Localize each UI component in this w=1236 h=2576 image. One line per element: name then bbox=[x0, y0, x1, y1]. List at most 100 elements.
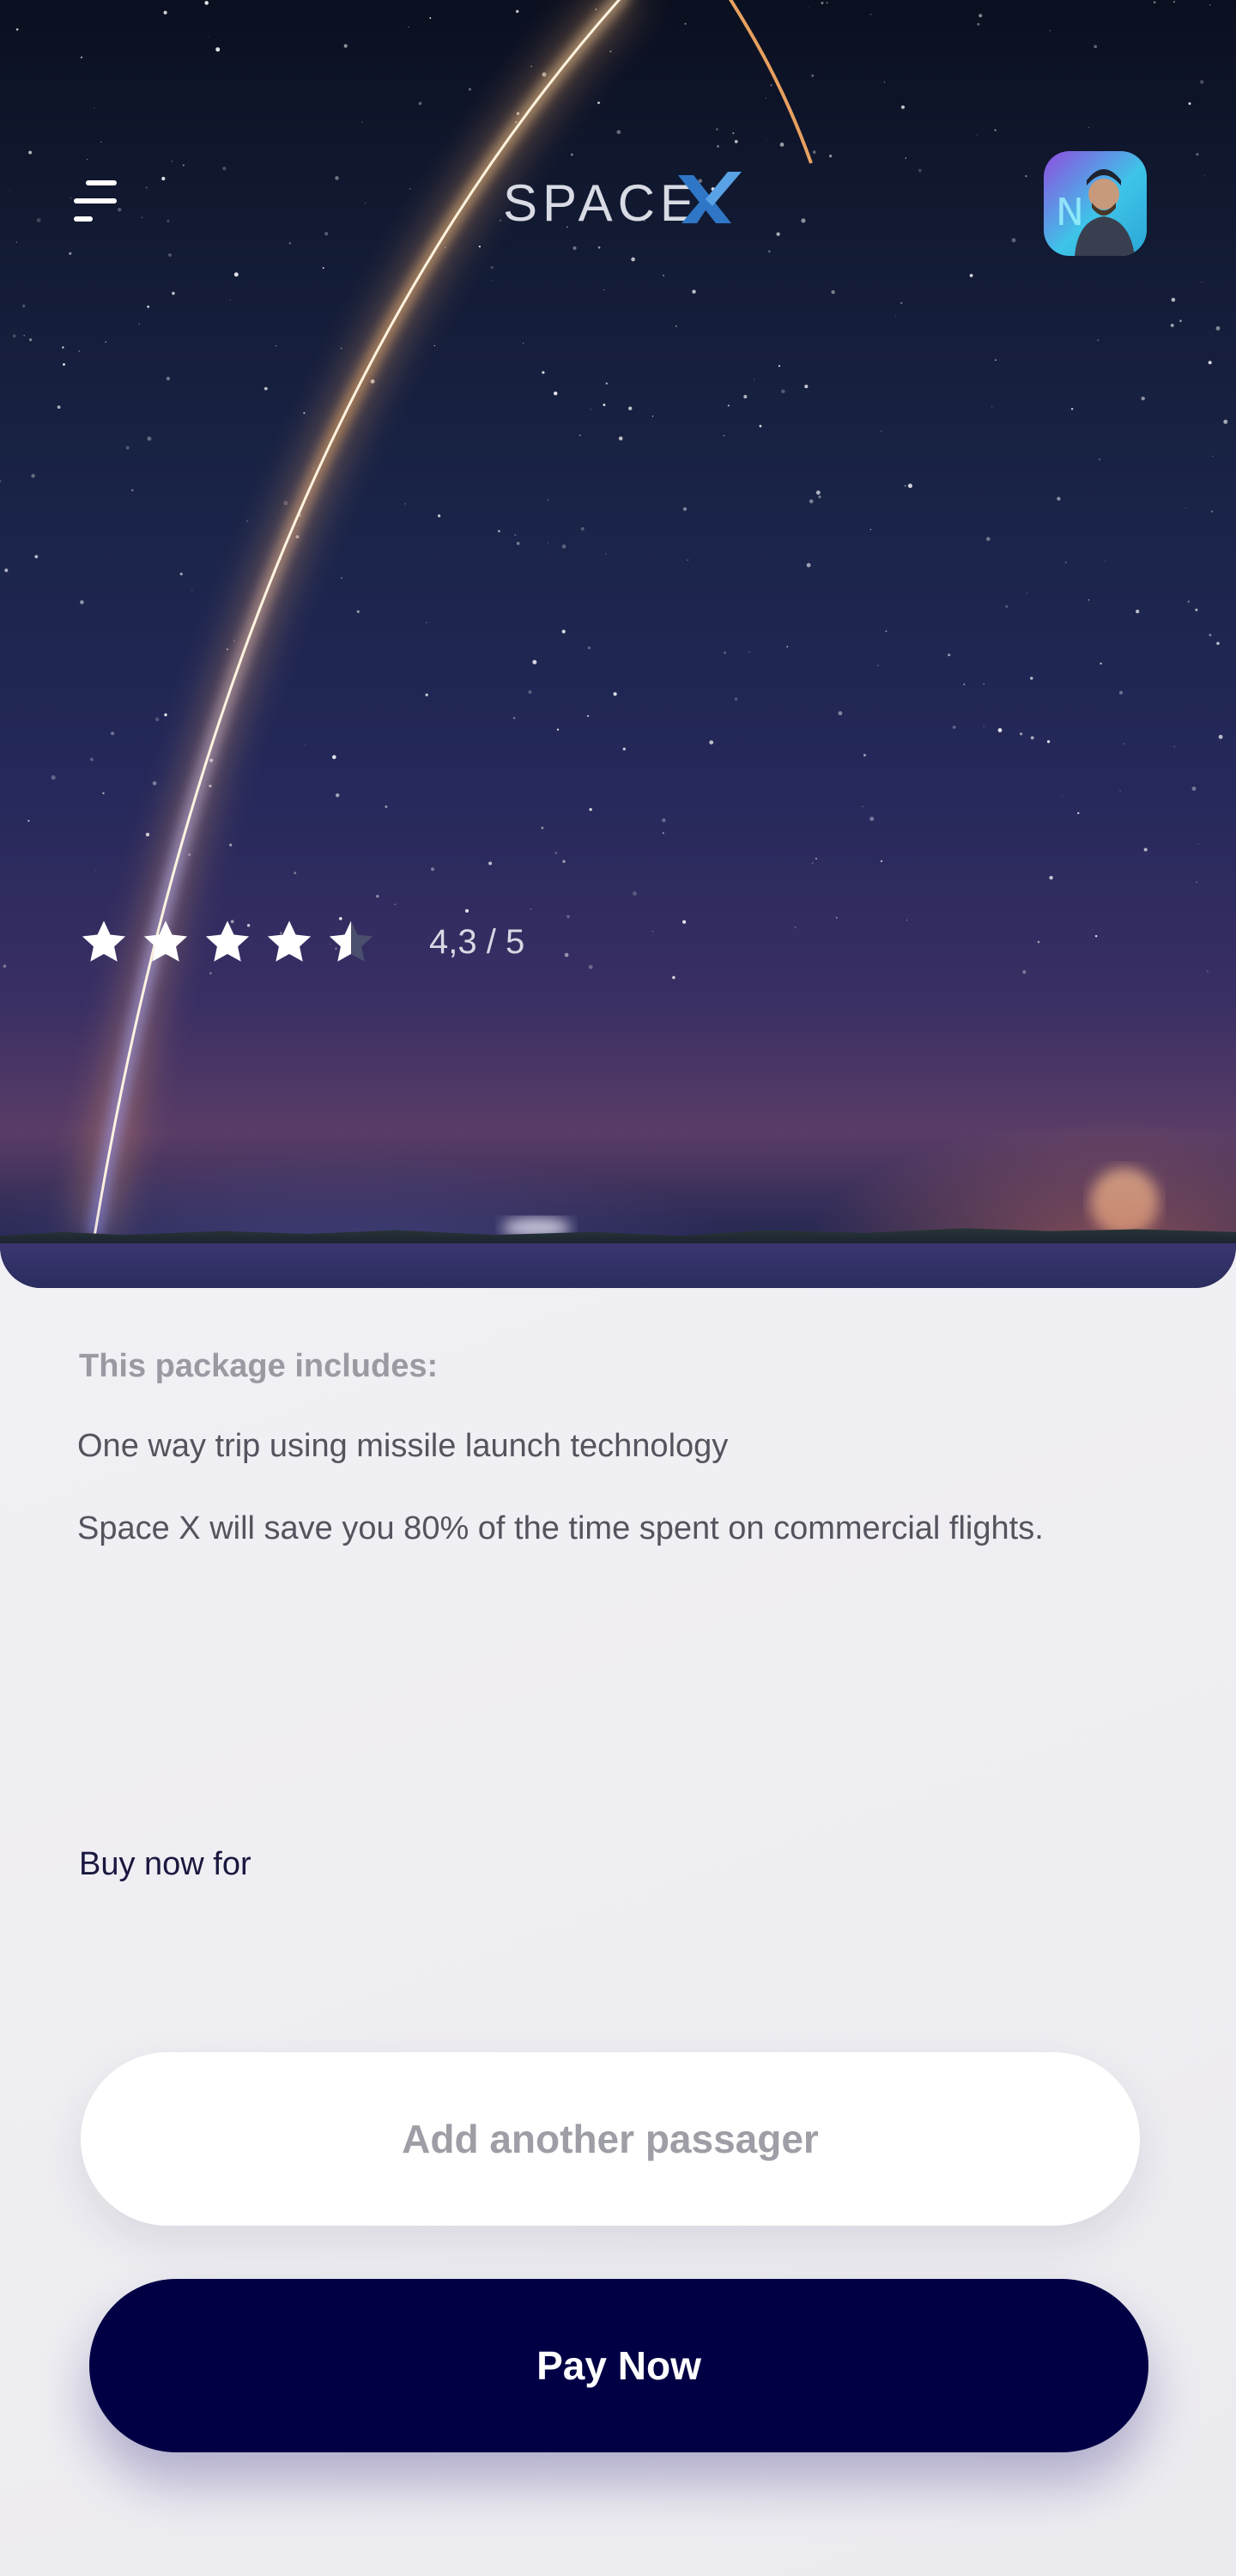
star-dot bbox=[31, 474, 35, 478]
star-dot bbox=[15, 241, 18, 243]
package-item: Space X will save you 80% of the time sp… bbox=[77, 1510, 1044, 1546]
star-dot bbox=[1223, 419, 1228, 424]
star-dot bbox=[57, 405, 61, 409]
star-dot bbox=[478, 246, 481, 248]
star-dot bbox=[907, 483, 912, 489]
menu-icon[interactable] bbox=[74, 180, 118, 222]
package-title: This package includes: bbox=[79, 1348, 439, 1384]
logo-text: SPACE bbox=[503, 174, 700, 232]
star-dot bbox=[418, 101, 422, 106]
star-dot bbox=[51, 775, 56, 781]
star-dot bbox=[425, 693, 428, 696]
star-dot bbox=[566, 914, 570, 919]
star-dot bbox=[734, 697, 738, 701]
star-dot bbox=[335, 176, 339, 180]
user-avatar[interactable]: N bbox=[1044, 151, 1147, 256]
star-dot bbox=[229, 843, 233, 847]
star-dot bbox=[1215, 325, 1221, 331]
star-dot bbox=[994, 129, 997, 131]
star-dot bbox=[275, 344, 277, 347]
star-dot bbox=[818, 495, 821, 499]
star-dot bbox=[341, 577, 342, 579]
star-dot bbox=[161, 176, 166, 181]
star-dot bbox=[1143, 848, 1148, 852]
rating-value: 4,3 / 5 bbox=[429, 922, 525, 961]
star-dot bbox=[597, 101, 600, 105]
star-dot bbox=[222, 167, 227, 171]
star-dot bbox=[70, 197, 72, 199]
star-dot bbox=[1098, 458, 1101, 461]
star-dot bbox=[995, 359, 997, 361]
star-dot bbox=[616, 130, 621, 135]
star-dot bbox=[1208, 361, 1212, 365]
star-dot bbox=[294, 872, 297, 875]
star-dot bbox=[1209, 4, 1211, 6]
package-item: One way trip using missile launch techno… bbox=[77, 1428, 729, 1464]
star-dot bbox=[4, 568, 9, 573]
star-dot bbox=[1195, 608, 1198, 611]
star-dot bbox=[229, 300, 231, 301]
star-dot bbox=[804, 385, 809, 389]
star-dot bbox=[490, 265, 494, 270]
star-icon bbox=[267, 920, 312, 962]
star-dot bbox=[376, 895, 379, 898]
star-dot bbox=[1197, 843, 1199, 845]
star-dot bbox=[1209, 634, 1212, 636]
star-dot bbox=[997, 727, 1003, 732]
star-dot bbox=[233, 272, 239, 277]
star-dot bbox=[895, 315, 897, 317]
star-dot bbox=[512, 716, 516, 720]
star-dot bbox=[622, 747, 626, 750]
star-dot bbox=[147, 305, 149, 308]
star-dot bbox=[498, 530, 500, 532]
star-dot bbox=[662, 832, 664, 835]
star-dot bbox=[409, 188, 411, 190]
star-dot bbox=[724, 651, 726, 654]
star-dot bbox=[34, 555, 39, 559]
star-dot bbox=[556, 728, 560, 731]
star-dot bbox=[80, 600, 84, 605]
star-dot bbox=[869, 817, 875, 822]
star-dot bbox=[904, 484, 906, 487]
star-dot bbox=[662, 274, 665, 277]
star-dot bbox=[628, 406, 633, 410]
star-dot bbox=[977, 22, 980, 26]
pay-now-button[interactable]: Pay Now bbox=[89, 2279, 1148, 2452]
star-dot bbox=[340, 347, 342, 349]
star-dot bbox=[786, 646, 789, 647]
star-dot bbox=[662, 818, 666, 823]
star-dot bbox=[394, 903, 397, 906]
star-dot bbox=[491, 280, 492, 281]
star-dot bbox=[426, 622, 427, 623]
star-dot bbox=[952, 725, 956, 729]
star-dot bbox=[811, 862, 814, 864]
star-dot bbox=[1011, 238, 1016, 243]
star-dot bbox=[532, 659, 537, 665]
star-dot bbox=[1005, 605, 1009, 608]
star-dot bbox=[541, 826, 544, 829]
star-dot bbox=[179, 572, 183, 576]
buy-now-label: Buy now for bbox=[79, 1846, 251, 1882]
star-dot bbox=[542, 371, 545, 374]
star-dot bbox=[28, 338, 33, 342]
star-dot bbox=[182, 164, 185, 167]
star-dot bbox=[164, 713, 167, 717]
add-passenger-button[interactable]: Add another passager bbox=[81, 2052, 1140, 2226]
star-dot bbox=[781, 389, 785, 394]
star-dot bbox=[430, 867, 435, 872]
hero-image: SPACE N 4,3 / 5 bbox=[0, 0, 1236, 1288]
star-dot bbox=[554, 852, 558, 854]
star-dot bbox=[826, 2, 828, 4]
star-dot bbox=[603, 289, 605, 291]
star-dot bbox=[94, 107, 95, 109]
star-dot bbox=[1100, 662, 1102, 665]
star-dot bbox=[767, 250, 771, 253]
star-dot bbox=[838, 711, 843, 716]
star-dot bbox=[530, 65, 532, 67]
spacex-logo: SPACE bbox=[503, 168, 742, 232]
star-dot bbox=[1077, 811, 1080, 815]
star-dot bbox=[15, 27, 19, 31]
star-dot bbox=[682, 507, 688, 511]
star-dot bbox=[264, 386, 268, 391]
star-dot bbox=[869, 14, 872, 15]
